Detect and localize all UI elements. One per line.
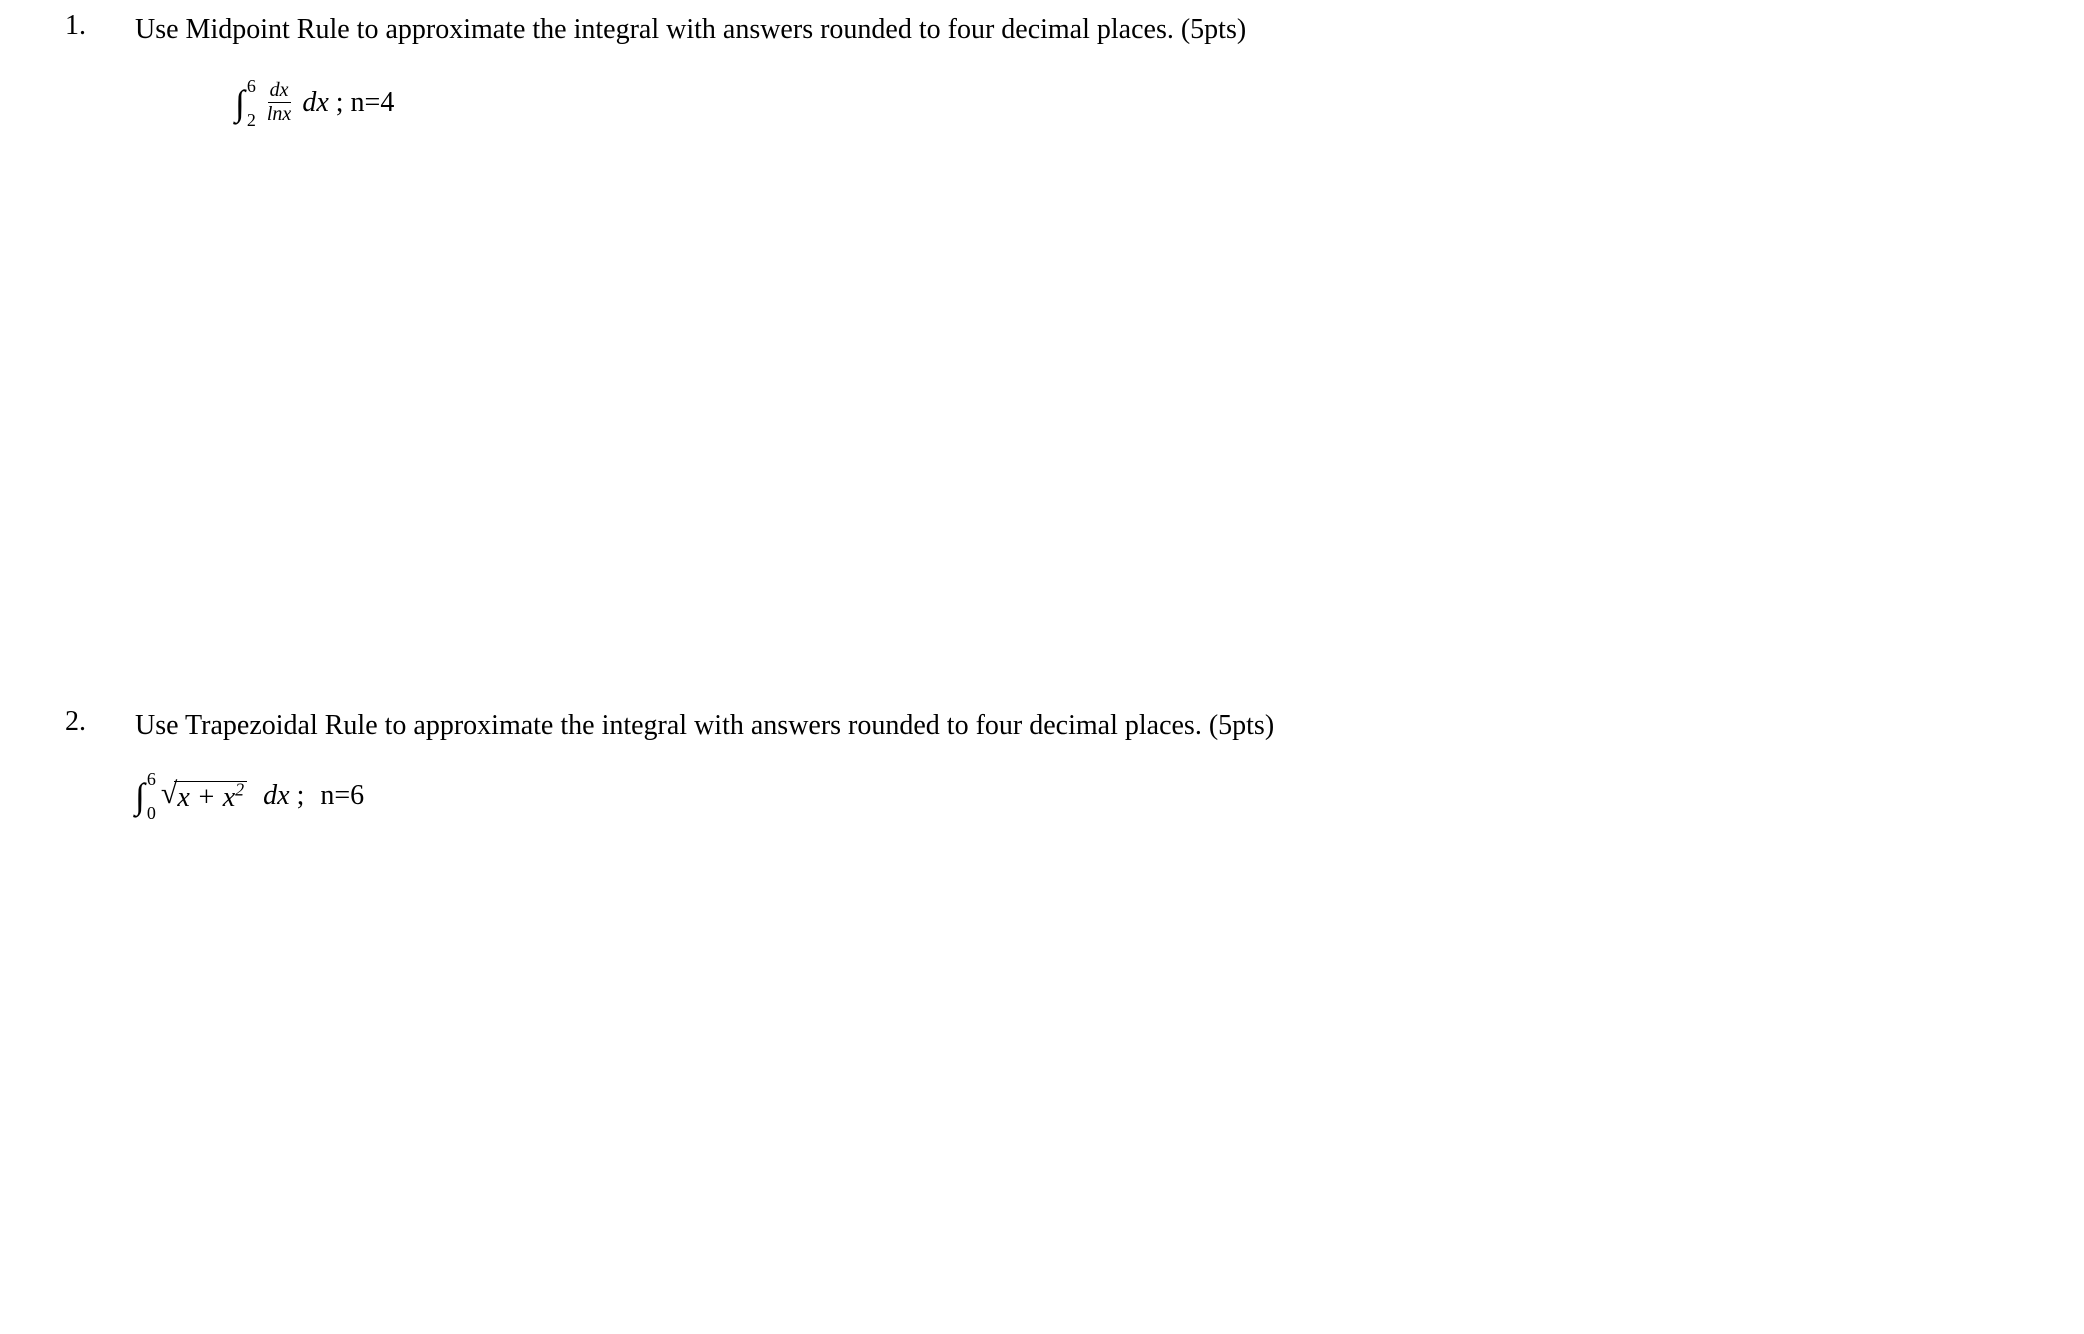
sqrt-content: x + x2 [174, 781, 247, 814]
lower-bound-2: 0 [147, 804, 156, 822]
sqrt-x2: x [223, 782, 235, 813]
problem-text-2: Use Trapezoidal Rule to approximate the … [135, 706, 2024, 745]
dx-2: dx [263, 780, 289, 812]
upper-bound-1: 6 [247, 77, 256, 95]
problem-number-1: 1. [60, 10, 135, 42]
fraction-denominator: lnx [265, 103, 293, 126]
fraction-numerator: dx [268, 79, 291, 103]
problem-content-2: Use Trapezoidal Rule to approximate the … [135, 706, 2024, 817]
upper-bound-2: 6 [147, 770, 156, 788]
sqrt-x: x [177, 782, 189, 813]
integral-bounds-2: 6 0 [147, 778, 156, 814]
integral-expression-1: ∫ 6 2 dx lnx dx; n=4 [135, 79, 2024, 126]
semicolon-1: ; [336, 87, 344, 119]
problem-2: 2. Use Trapezoidal Rule to approximate t… [60, 706, 2024, 817]
fraction-1: dx lnx [265, 79, 293, 126]
integral-symbol-icon: ∫ [135, 775, 145, 817]
semicolon-2: ; [297, 780, 305, 812]
dx-1: dx [302, 87, 328, 119]
problem-number-2: 2. [60, 706, 135, 738]
n-value-1: n=4 [351, 87, 395, 119]
sqrt-exponent: 2 [235, 780, 244, 800]
lower-bound-1: 2 [247, 111, 256, 129]
problem-content-1: Use Midpoint Rule to approximate the int… [135, 10, 2024, 126]
integral-symbol-icon: ∫ [235, 82, 245, 124]
sqrt-plus: + [190, 782, 223, 813]
integral-expression-2: ∫ 6 0 √ x + x2 dx; n=6 [135, 775, 2024, 817]
problem-text-1: Use Midpoint Rule to approximate the int… [135, 10, 2024, 49]
integral-bounds-1: 6 2 [247, 85, 256, 121]
sqrt-container: √ x + x2 [161, 779, 247, 814]
n-value-2: n=6 [320, 780, 364, 812]
problem-1: 1. Use Midpoint Rule to approximate the … [60, 10, 2024, 126]
